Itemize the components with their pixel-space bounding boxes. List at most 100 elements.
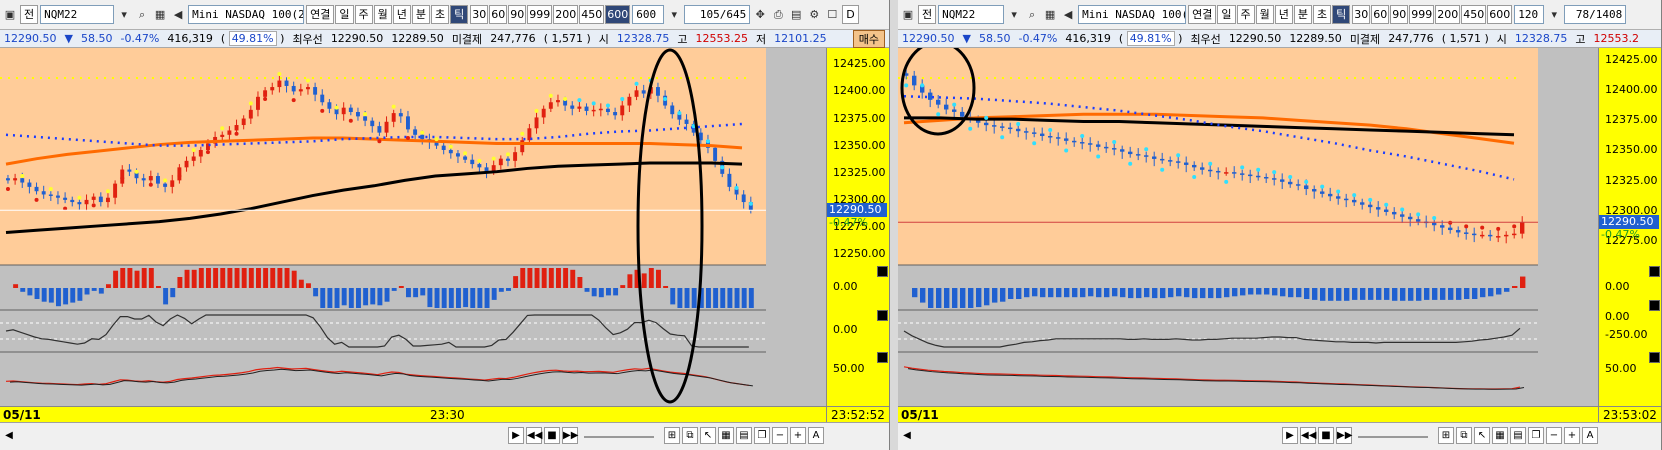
period-tab[interactable]: 월 — [1255, 5, 1274, 24]
trailing-stop-dot — [1160, 167, 1165, 172]
move-icon[interactable]: ✥ — [752, 5, 768, 24]
period-tab[interactable]: 일 — [1217, 5, 1236, 24]
period-tab[interactable]: 초 — [1313, 5, 1332, 24]
symbol-input[interactable]: NQM22 — [40, 5, 115, 24]
grid-icon[interactable]: ▦ — [718, 427, 734, 444]
chevron-down-icon[interactable]: ▾ — [1546, 5, 1562, 24]
interval-tab[interactable]: 200 — [1435, 5, 1461, 24]
interval-tab[interactable]: 30 — [1352, 5, 1371, 24]
histogram-bar — [577, 277, 583, 288]
crosshair-icon[interactable]: ⊞ — [664, 427, 680, 444]
jeon-button[interactable]: 전 — [918, 5, 937, 24]
grid-icon[interactable]: ▦ — [152, 5, 168, 24]
zoom-out-icon[interactable]: − — [772, 427, 788, 444]
cursor-icon[interactable]: ↖ — [1474, 427, 1490, 444]
play-icon[interactable]: ▶ — [1282, 427, 1298, 444]
right-chart-area[interactable] — [898, 48, 1600, 406]
play-icon[interactable]: ▶ — [508, 427, 524, 444]
scroll-left-arrow-icon[interactable]: ◀ — [2, 428, 16, 444]
interval-tab[interactable]: 90 — [508, 5, 527, 24]
period-tab[interactable]: 분 — [411, 5, 430, 24]
gear-icon[interactable]: ⚙ — [806, 5, 822, 24]
period-tab[interactable]: 년 — [392, 5, 411, 24]
period-tab[interactable]: 틱 — [1332, 5, 1351, 24]
interval-tab[interactable]: 200 — [553, 5, 579, 24]
period-tab[interactable]: 틱 — [450, 5, 469, 24]
layers-icon[interactable]: ❐ — [754, 427, 770, 444]
pane-close-icon[interactable] — [877, 310, 888, 321]
interval-tab[interactable]: 999 — [527, 5, 553, 24]
interval-tab[interactable]: 450 — [1461, 5, 1487, 24]
dropdown-icon[interactable]: ▾ — [1006, 5, 1022, 24]
auto-scale-icon[interactable]: A — [808, 427, 824, 444]
save-icon[interactable]: ▤ — [788, 5, 804, 24]
pane-close-icon[interactable] — [1649, 352, 1660, 363]
dropdown-icon[interactable]: ▾ — [116, 5, 132, 24]
chart-icon[interactable]: ▤ — [736, 427, 752, 444]
auto-scale-icon[interactable]: A — [1582, 427, 1598, 444]
grid-icon[interactable]: ▦ — [1492, 427, 1508, 444]
rewind-icon[interactable]: ◀◀ — [1300, 427, 1316, 444]
grid-icon[interactable]: ▦ — [1042, 5, 1058, 24]
period-tab[interactable]: 주 — [354, 5, 373, 24]
tick-counter[interactable]: 78/1408 — [1564, 5, 1627, 24]
window-icon[interactable]: ▣ — [2, 5, 18, 24]
fast-forward-icon[interactable]: ▶▶ — [562, 427, 578, 444]
symbol-input[interactable]: NQM22 — [938, 5, 1005, 24]
chart-icon[interactable]: ▤ — [1510, 427, 1526, 444]
copy-icon[interactable]: ⧉ — [682, 427, 698, 444]
period-tab[interactable]: 분 — [1293, 5, 1312, 24]
pane-close-icon[interactable] — [1649, 300, 1660, 311]
d-button[interactable]: D — [842, 5, 859, 24]
stop-icon[interactable]: ■ — [1318, 427, 1334, 444]
interval-tab[interactable]: 450 — [579, 5, 605, 24]
search-icon[interactable]: ⌕ — [1024, 5, 1040, 24]
interval-tab[interactable]: 30 — [470, 5, 489, 24]
zoom-out-icon[interactable]: − — [1546, 427, 1562, 444]
open-price: 12328.75 — [616, 32, 670, 45]
buy-button[interactable]: 매수 — [852, 29, 885, 48]
print-icon[interactable]: ⎙ — [770, 5, 786, 24]
period-tab[interactable]: 년 — [1274, 5, 1293, 24]
checkbox-icon[interactable]: ☐ — [824, 5, 840, 24]
interval-select[interactable]: 600 — [632, 5, 665, 24]
period-tab[interactable]: 주 — [1236, 5, 1255, 24]
pane-close-icon[interactable] — [877, 352, 888, 363]
interval-tab[interactable]: 90 — [1390, 5, 1409, 24]
cursor-icon[interactable]: ↖ — [700, 427, 716, 444]
interval-tab[interactable]: 600 — [1487, 5, 1513, 24]
zoom-in-icon[interactable]: + — [1564, 427, 1580, 444]
search-icon[interactable]: ⌕ — [134, 5, 150, 24]
pane-close-icon[interactable] — [877, 266, 888, 277]
layers-icon[interactable]: ❐ — [1528, 427, 1544, 444]
window-icon[interactable]: ▣ — [900, 5, 916, 24]
sound-icon[interactable]: ◀ — [1060, 5, 1076, 24]
left-chart-area[interactable] — [0, 48, 828, 406]
interval-tab[interactable]: 60 — [489, 5, 508, 24]
period-tab[interactable]: 일 — [335, 5, 354, 24]
period-tab[interactable]: 연결 — [1188, 5, 1217, 24]
scroll-left-arrow-icon[interactable]: ◀ — [900, 428, 914, 444]
fast-forward-icon[interactable]: ▶▶ — [1336, 427, 1352, 444]
sound-icon[interactable]: ◀ — [170, 5, 186, 24]
zoom-in-icon[interactable]: + — [790, 427, 806, 444]
candle — [13, 178, 18, 181]
interval-tab[interactable]: 600 — [605, 5, 631, 24]
interval-tab[interactable]: 60 — [1371, 5, 1390, 24]
histogram-bar — [648, 268, 654, 288]
chevron-down-icon[interactable]: ▾ — [666, 5, 682, 24]
crosshair-icon[interactable]: ⊞ — [1438, 427, 1454, 444]
interval-tab[interactable]: 999 — [1409, 5, 1435, 24]
jeon-button[interactable]: 전 — [20, 5, 39, 24]
pane-close-icon[interactable] — [1649, 266, 1660, 277]
zoom-slider[interactable] — [584, 436, 654, 438]
interval-select[interactable]: 120 — [1514, 5, 1545, 24]
tick-counter[interactable]: 105/645 — [684, 5, 751, 24]
zoom-slider[interactable] — [1358, 436, 1428, 438]
period-tab[interactable]: 월 — [373, 5, 392, 24]
rewind-icon[interactable]: ◀◀ — [526, 427, 542, 444]
copy-icon[interactable]: ⧉ — [1456, 427, 1472, 444]
period-tab[interactable]: 연결 — [306, 5, 335, 24]
period-tab[interactable]: 초 — [431, 5, 450, 24]
stop-icon[interactable]: ■ — [544, 427, 560, 444]
